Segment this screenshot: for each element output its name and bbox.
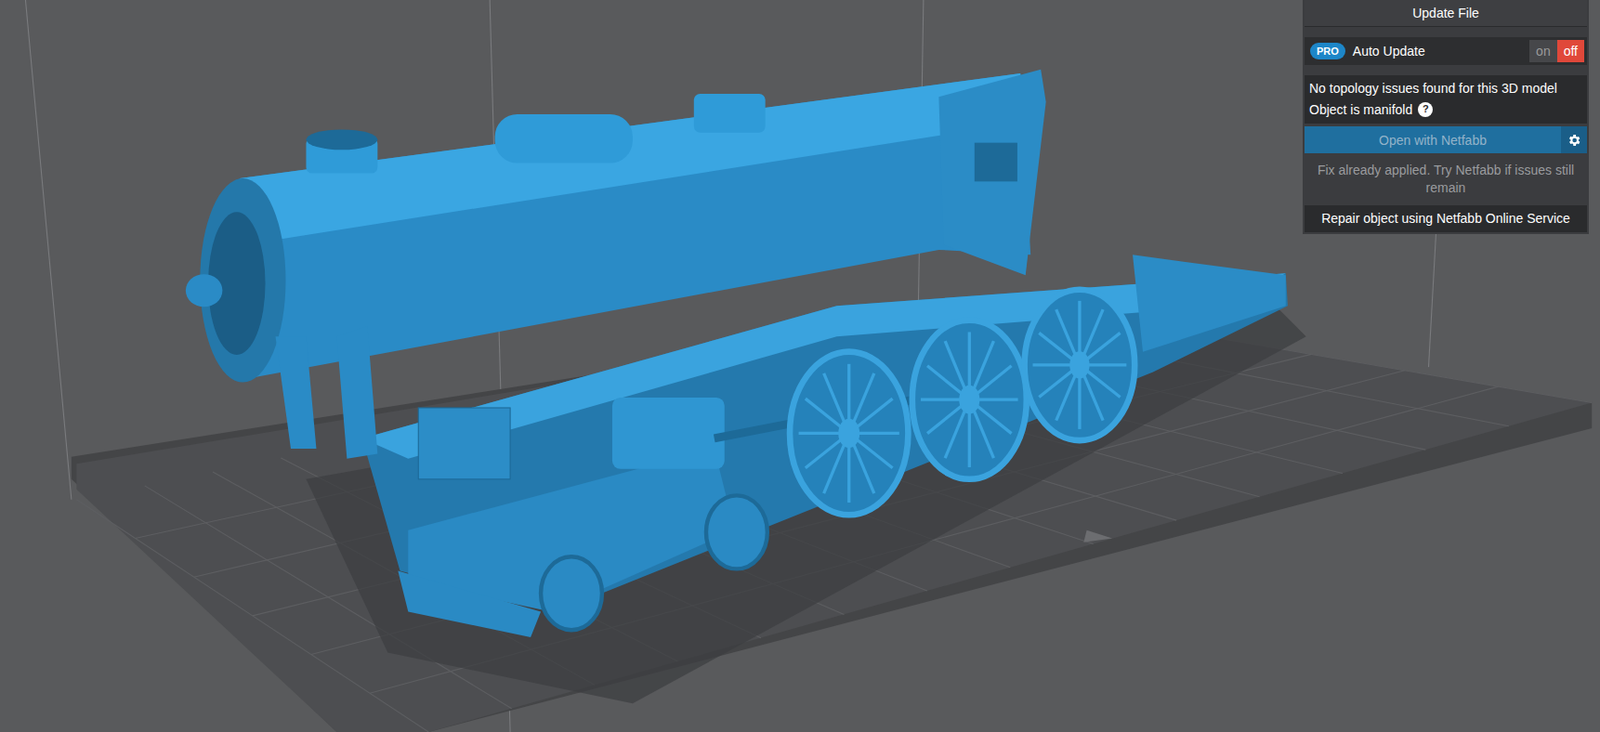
headlight (185, 274, 223, 307)
pro-badge: PRO (1310, 42, 1346, 60)
topology-status: No topology issues found for this 3D mod… (1304, 75, 1587, 124)
driver-wheel (912, 320, 1027, 480)
open-netfabb-button[interactable]: Open with Netfabb (1304, 126, 1561, 154)
build-plate (71, 305, 1592, 732)
open-netfabb-row: Open with Netfabb (1304, 126, 1587, 154)
cab (938, 69, 1046, 276)
viewer-screen: Update File PRO Auto Update onoff No topolog… (0, 0, 1600, 732)
auto-update-row: PRO Auto Update onoff (1304, 37, 1587, 66)
repair-panel: Update File PRO Auto Update onoff No topolog… (1302, 0, 1589, 235)
toggle-option[interactable]: on (1529, 39, 1558, 63)
ladder (275, 336, 317, 449)
cylinder (612, 397, 725, 470)
fix-note: Fix already applied. Try Netfabb if issu… (1304, 156, 1587, 203)
auto-update-label: Auto Update (1352, 43, 1522, 59)
steam-dome (694, 93, 766, 133)
boiler (185, 69, 1047, 460)
pilot-wheel (706, 495, 768, 569)
pilot-wheel (540, 556, 603, 630)
locomotive-model[interactable] (185, 69, 1288, 638)
sand-dome (495, 114, 633, 164)
cab-window (974, 143, 1018, 183)
pilot (397, 571, 541, 638)
settings-gear-icon[interactable] (1560, 126, 1587, 154)
trailing-truck (1132, 254, 1286, 352)
update-file-button[interactable]: Update File (1304, 0, 1587, 27)
manifold-status: Object is manifold ? (1309, 102, 1583, 119)
repair-online-button[interactable]: Repair object using Netfabb Online Servi… (1304, 205, 1587, 233)
viewport-background (0, 0, 1600, 732)
driver-wheel (789, 352, 908, 516)
driver-wheel (1024, 289, 1136, 441)
axis-arrow-icon (1083, 530, 1113, 543)
status-message: No topology issues found for this 3D mod… (1309, 80, 1583, 98)
toggle-option[interactable]: off (1557, 39, 1585, 63)
help-icon[interactable]: ? (1417, 102, 1433, 118)
auto-update-toggle[interactable]: onoff (1529, 39, 1585, 63)
